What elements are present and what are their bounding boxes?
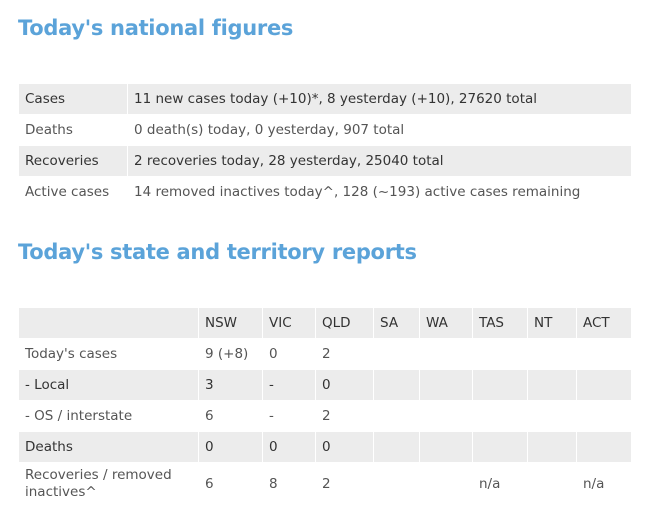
- table-row: Cases 11 new cases today (+10)*, 8 yester…: [18, 83, 632, 115]
- cell-tas: [472, 431, 528, 463]
- cell-tas: [472, 338, 528, 370]
- column-header-nt: NT: [527, 307, 577, 339]
- cell-qld: 2: [315, 400, 374, 432]
- row-value: 2 recoveries today, 28 yesterday, 25040 …: [127, 145, 632, 177]
- cell-act: [576, 400, 632, 432]
- cell-tas: n/a: [472, 462, 528, 506]
- national-figures-table: Cases 11 new cases today (+10)*, 8 yester…: [18, 83, 632, 208]
- national-figures-heading: Today's national figures: [18, 16, 294, 40]
- column-header-tas: TAS: [472, 307, 528, 339]
- row-label: - OS / interstate: [18, 400, 199, 432]
- cell-nsw: 3: [198, 369, 263, 401]
- cell-nt: [527, 400, 577, 432]
- state-reports-table: NSW VIC QLD SA WA TAS NT ACT Today's cases 9 (+8)…: [18, 307, 632, 506]
- cell-nt: [527, 431, 577, 463]
- row-label: Cases: [18, 83, 128, 115]
- cell-qld: 2: [315, 338, 374, 370]
- table-row: Recoveries 2 recoveries today, 28 yesterd…: [18, 145, 632, 177]
- column-header-sa: SA: [373, 307, 420, 339]
- column-header-act: ACT: [576, 307, 632, 339]
- table-header-row: NSW VIC QLD SA WA TAS NT ACT: [18, 307, 632, 339]
- cell-act: [576, 369, 632, 401]
- cell-wa: [419, 431, 473, 463]
- cell-sa: [373, 462, 420, 506]
- cell-act: n/a: [576, 462, 632, 506]
- cell-tas: [472, 369, 528, 401]
- cell-sa: [373, 338, 420, 370]
- column-header-qld: QLD: [315, 307, 374, 339]
- cell-vic: -: [262, 369, 316, 401]
- table-row: Recoveries / removed inactives^ 6 8 2 n/a n/a: [18, 462, 632, 506]
- cell-vic: -: [262, 400, 316, 432]
- cell-nsw: 0: [198, 431, 263, 463]
- table-row: Today's cases 9 (+8) 0 2: [18, 338, 632, 370]
- cell-qld: 0: [315, 431, 374, 463]
- cell-wa: [419, 369, 473, 401]
- row-label: Deaths: [18, 431, 199, 463]
- row-label: Recoveries / removed inactives^: [18, 462, 199, 506]
- table-row: Deaths 0 death(s) today, 0 yesterday, 907…: [18, 114, 632, 146]
- cell-nt: [527, 338, 577, 370]
- column-header-vic: VIC: [262, 307, 316, 339]
- cell-nt: [527, 462, 577, 506]
- row-value: 0 death(s) today, 0 yesterday, 907 total: [127, 114, 632, 146]
- row-value: 14 removed inactives today^, 128 (~193) …: [127, 176, 632, 208]
- column-header-blank: [18, 307, 199, 339]
- cell-act: [576, 338, 632, 370]
- table-row: - OS / interstate 6-2: [18, 400, 632, 432]
- cell-nt: [527, 369, 577, 401]
- cell-act: [576, 431, 632, 463]
- column-header-nsw: NSW: [198, 307, 263, 339]
- cell-sa: [373, 369, 420, 401]
- row-label: - Local: [18, 369, 199, 401]
- table-row: - Local 3-0: [18, 369, 632, 401]
- table-row: Active cases 14 removed inactives today^,…: [18, 176, 632, 208]
- cell-nsw: 6: [198, 400, 263, 432]
- row-label: Recoveries: [18, 145, 128, 177]
- table-row: Deaths 0 0 0: [18, 431, 632, 463]
- cell-vic: 0: [262, 338, 316, 370]
- cell-nsw: 9 (+8): [198, 338, 263, 370]
- cell-sa: [373, 431, 420, 463]
- cell-tas: [472, 400, 528, 432]
- cell-qld: 0: [315, 369, 374, 401]
- column-header-wa: WA: [419, 307, 473, 339]
- cell-sa: [373, 400, 420, 432]
- row-value: 11 new cases today (+10)*, 8 yesterday (…: [127, 83, 632, 115]
- state-reports-heading: Today's state and territory reports: [18, 240, 417, 264]
- cell-vic: 0: [262, 431, 316, 463]
- cell-vic: 8: [262, 462, 316, 506]
- row-label: Active cases: [18, 176, 128, 208]
- row-label: Deaths: [18, 114, 128, 146]
- cell-wa: [419, 338, 473, 370]
- cell-qld: 2: [315, 462, 374, 506]
- cell-wa: [419, 400, 473, 432]
- cell-wa: [419, 462, 473, 506]
- row-label: Today's cases: [18, 338, 199, 370]
- cell-nsw: 6: [198, 462, 263, 506]
